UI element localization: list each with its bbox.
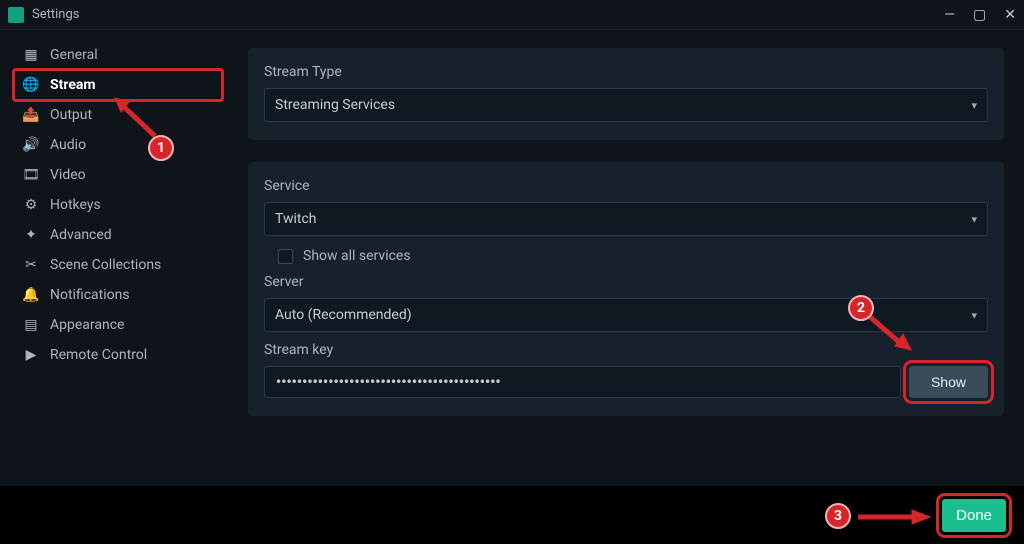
service-select[interactable]: Twitch ▾ <box>264 202 988 236</box>
sidebar-item-advanced[interactable]: ✦ Advanced <box>14 220 222 250</box>
gear-icon: ⚙ <box>22 197 40 213</box>
annotation-arrow-3 <box>856 508 934 526</box>
sidebar-item-appearance[interactable]: ▤ Appearance <box>14 310 222 340</box>
bell-icon: 🔔 <box>22 287 40 303</box>
show-all-services-label: Show all services <box>303 248 411 264</box>
annotation-arrow-2 <box>865 312 915 354</box>
panel-stream-type: Stream Type Streaming Services ▾ <box>248 48 1004 140</box>
sidebar-item-label: Scene Collections <box>50 257 161 273</box>
annotation-badge-1: 1 <box>148 135 174 161</box>
sidebar-item-label: Output <box>50 107 92 123</box>
sidebar-item-label: Video <box>50 167 86 183</box>
window-controls: — ▢ ✕ <box>944 7 1016 23</box>
layout-icon: ▤ <box>22 317 40 333</box>
stream-type-label: Stream Type <box>264 64 988 80</box>
done-button[interactable]: Done <box>942 499 1006 532</box>
service-label: Service <box>264 178 988 194</box>
titlebar: Settings — ▢ ✕ <box>0 0 1024 30</box>
minimize-icon[interactable]: — <box>944 7 955 23</box>
sidebar-item-video[interactable]: 🎞 Video <box>14 160 222 190</box>
stream-type-select[interactable]: Streaming Services ▾ <box>264 88 988 122</box>
show-all-services-row: Show all services <box>278 248 988 264</box>
globe-icon: 🌐 <box>22 77 40 93</box>
sliders-icon: ✦ <box>22 227 40 243</box>
sidebar-item-notifications[interactable]: 🔔 Notifications <box>14 280 222 310</box>
server-value: Auto (Recommended) <box>275 307 412 323</box>
chevron-down-icon: ▾ <box>971 309 977 322</box>
output-icon: 📤 <box>22 107 40 123</box>
sidebar-item-label: Notifications <box>50 287 130 303</box>
sidebar-item-label: Advanced <box>50 227 112 243</box>
sidebar-item-remote-control[interactable]: ▶ Remote Control <box>14 340 222 370</box>
film-icon: 🎞 <box>22 167 40 183</box>
panel-service: Service Twitch ▾ Show all services Serve… <box>248 162 1004 416</box>
sidebar-item-label: Appearance <box>50 317 124 333</box>
chevron-down-icon: ▾ <box>971 99 977 112</box>
server-label: Server <box>264 274 988 290</box>
sidebar-item-label: Audio <box>50 137 86 153</box>
play-icon: ▶ <box>22 347 40 363</box>
annotation-badge-3: 3 <box>825 503 851 529</box>
grid-icon: ▦ <box>22 47 40 63</box>
service-value: Twitch <box>275 211 317 227</box>
close-icon[interactable]: ✕ <box>1004 7 1016 23</box>
sidebar-item-label: Stream <box>50 77 96 93</box>
show-button-highlight: Show <box>909 366 988 398</box>
content: Stream Type Streaming Services ▾ Service… <box>230 30 1024 486</box>
chevron-down-icon: ▾ <box>971 213 977 226</box>
sidebar-item-hotkeys[interactable]: ⚙ Hotkeys <box>14 190 222 220</box>
done-button-highlight: Done <box>942 499 1006 532</box>
sidebar-item-label: Hotkeys <box>50 197 101 213</box>
stream-type-value: Streaming Services <box>275 97 395 113</box>
annotation-badge-2: 2 <box>848 295 874 321</box>
sidebar-item-scene-collections[interactable]: ✂ Scene Collections <box>14 250 222 280</box>
speaker-icon: 🔊 <box>22 137 40 153</box>
show-all-services-checkbox[interactable] <box>278 249 293 264</box>
sidebar-item-general[interactable]: ▦ General <box>14 40 222 70</box>
window-title: Settings <box>32 7 944 22</box>
maximize-icon[interactable]: ▢ <box>973 7 986 23</box>
show-stream-key-button[interactable]: Show <box>909 366 988 398</box>
app-icon <box>8 7 24 23</box>
sidebar-item-label: General <box>50 47 98 63</box>
scissors-icon: ✂ <box>22 257 40 273</box>
stream-key-row: ••••••••••••••••••••••••••••••••••••••••… <box>264 366 988 398</box>
stream-key-input[interactable]: ••••••••••••••••••••••••••••••••••••••••… <box>264 366 901 398</box>
sidebar-item-label: Remote Control <box>50 347 147 363</box>
